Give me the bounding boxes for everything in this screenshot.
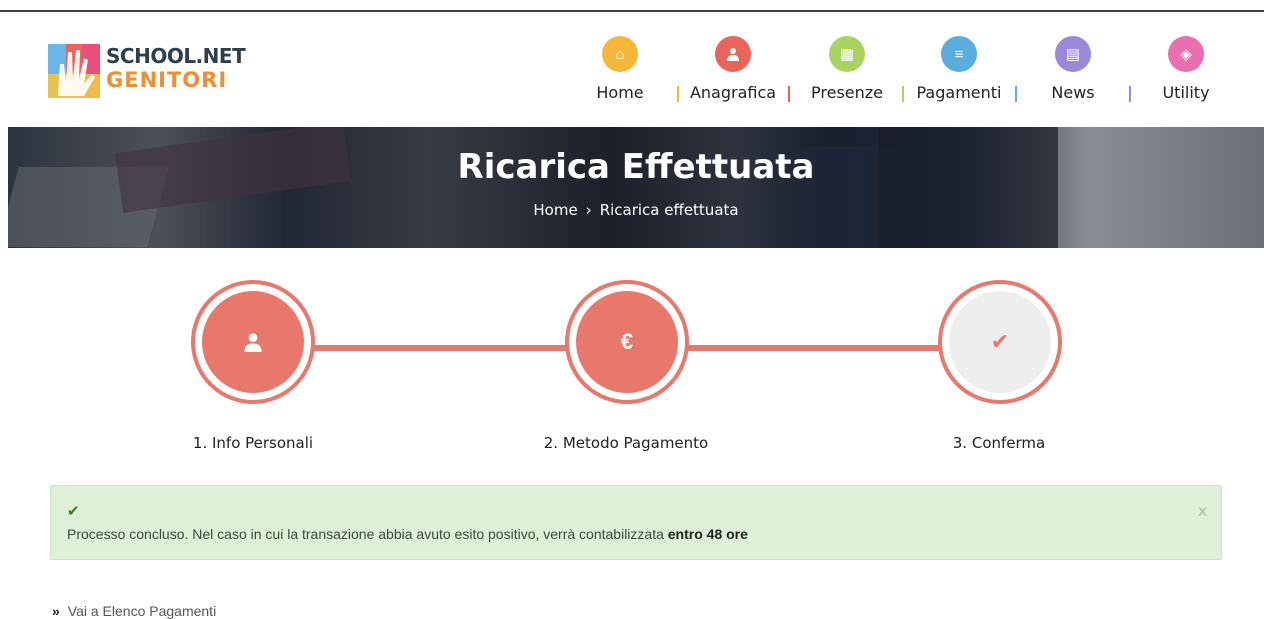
nav-item-pagamenti[interactable]: ≡ Pagamenti xyxy=(909,36,1009,102)
alert-message: Processo concluso. Nel caso in cui la tr… xyxy=(67,526,748,542)
newspaper-icon: ▤ xyxy=(1055,36,1091,72)
nav-item-presenze[interactable]: ▦ Presenze xyxy=(797,36,897,102)
nav-separator xyxy=(1015,86,1017,102)
banner-overlay xyxy=(8,127,1264,248)
page-title: Ricarica Effettuata xyxy=(457,147,815,187)
step-connector xyxy=(688,345,940,351)
nav-item-news[interactable]: ▤ News xyxy=(1023,36,1123,102)
nav-item-utility[interactable]: ◈ Utility xyxy=(1136,36,1236,102)
nav-item-anagrafica[interactable]: Anagrafica xyxy=(683,36,783,102)
logo-text-school: SCHOOL.NET xyxy=(106,44,246,68)
nav-label-news: News xyxy=(1051,83,1095,102)
step-metodo-pagamento: € xyxy=(565,280,689,404)
alert-message-text: Processo concluso. Nel caso in cui la tr… xyxy=(67,526,668,542)
user-icon xyxy=(715,36,751,72)
nav-label-presenze: Presenze xyxy=(811,83,883,102)
back-link-row: » Vai a Elenco Pagamenti xyxy=(52,603,216,619)
double-chevron-right-icon: » xyxy=(52,603,60,619)
nav-separator xyxy=(1129,86,1131,102)
breadcrumb: Home › Ricarica effettuata xyxy=(8,201,1264,219)
nav-separator xyxy=(788,86,790,102)
page-banner: Ricarica Effettuata Home › Ricarica effett… xyxy=(8,127,1264,248)
nav-label-utility: Utility xyxy=(1162,83,1210,102)
alert-message-bold: entro 48 ore xyxy=(667,526,748,542)
elenco-pagamenti-link[interactable]: Vai a Elenco Pagamenti xyxy=(68,603,216,619)
close-icon[interactable]: x xyxy=(1198,503,1207,521)
nav-separator xyxy=(677,86,679,102)
list-icon: ≡ xyxy=(941,36,977,72)
logo-text-genitori: GENITORI xyxy=(106,68,228,92)
euro-icon: € xyxy=(576,291,678,393)
nav-label-anagrafica: Anagrafica xyxy=(689,83,777,102)
step-conferma: ✔ xyxy=(938,280,1062,404)
calendar-icon: ▦ xyxy=(829,36,865,72)
check-icon: ✔ xyxy=(67,503,80,520)
chevron-right-icon: › xyxy=(585,201,592,219)
utility-icon: ◈ xyxy=(1168,36,1204,72)
success-alert: ✔ Processo concluso. Nel caso in cui la … xyxy=(50,485,1222,560)
nav-separator xyxy=(902,86,904,102)
step-label-metodo-pagamento: 2. Metodo Pagamento xyxy=(543,434,709,452)
step-label-conferma: 3. Conferma xyxy=(952,434,1046,452)
home-icon: ⌂ xyxy=(602,36,638,72)
nav-label-pagamenti: Pagamenti xyxy=(916,83,1002,102)
nav-item-home[interactable]: ⌂ Home xyxy=(570,36,670,102)
check-icon: ✔ xyxy=(949,291,1051,393)
step-label-info-personali: 1. Info Personali xyxy=(192,434,314,452)
step-connector xyxy=(314,345,566,351)
top-divider xyxy=(0,10,1264,12)
breadcrumb-current: Ricarica effettuata xyxy=(599,201,739,219)
main-nav: ⌂ Home Anagrafica ▦ Presenze ≡ Pagamenti… xyxy=(590,36,1210,116)
logo[interactable]: SCHOOL.NET GENITORI xyxy=(48,42,246,100)
user-icon xyxy=(202,291,304,393)
step-info-personali xyxy=(191,280,315,404)
nav-label-home: Home xyxy=(596,83,644,102)
hand-logo-icon xyxy=(48,44,100,98)
breadcrumb-home[interactable]: Home xyxy=(533,201,577,219)
